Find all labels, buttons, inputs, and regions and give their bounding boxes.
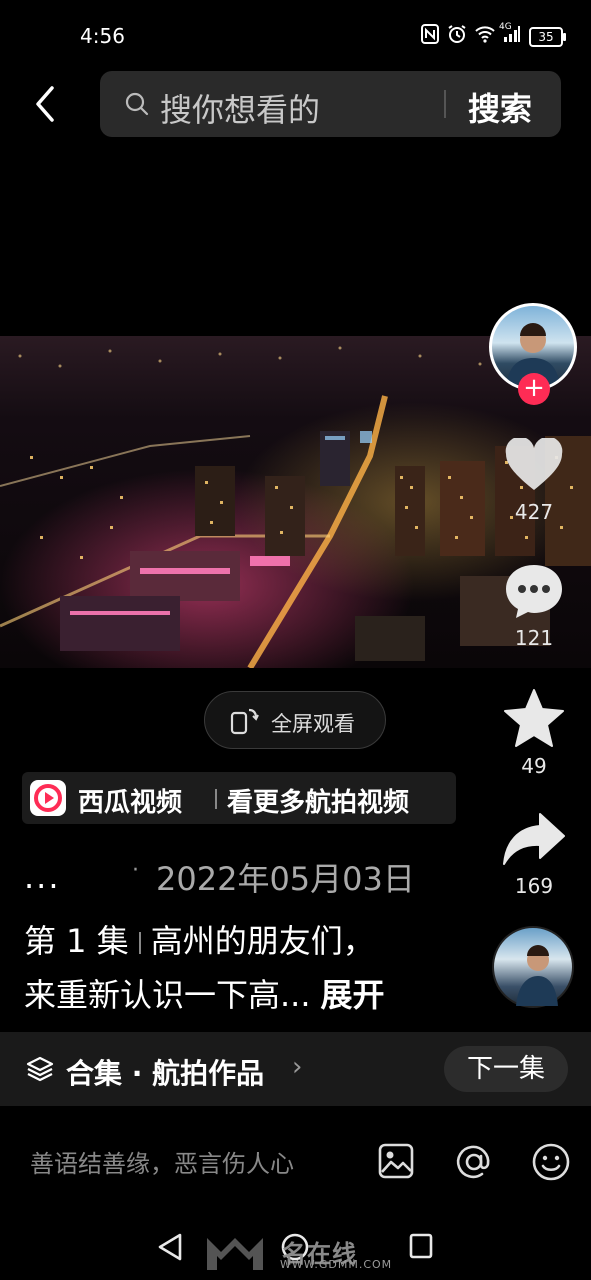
episode-divider [138, 932, 141, 954]
collection-bar[interactable]: 合集 · 航拍作品 › 下一集 [0, 1032, 591, 1106]
expand-button[interactable]: 展开 [321, 976, 385, 1014]
music-disc[interactable] [492, 926, 574, 1008]
image-icon[interactable] [377, 1142, 415, 1180]
search-input[interactable]: 搜你想看的 [160, 85, 320, 131]
search-bar[interactable]: 搜你想看的 搜索 [100, 71, 561, 137]
favorite-count: 49 [521, 754, 547, 778]
music-cover-person-image [516, 945, 558, 1006]
rotate-screen-icon [230, 708, 259, 735]
watermark-url: WWW.GDMM.COM [280, 1258, 393, 1271]
xigua-video-banner[interactable]: 西瓜视频 看更多航拍视频 [22, 772, 456, 824]
star-icon [504, 689, 564, 747]
fullscreen-button[interactable]: 全屏观看 [204, 691, 386, 749]
emoji-icon[interactable] [531, 1142, 571, 1182]
search-icon [125, 92, 149, 116]
description-text-continued: 来重新认识一下高... [24, 976, 311, 1014]
share-count: 169 [514, 874, 554, 898]
chevron-left-icon [36, 86, 54, 122]
nfc-icon [421, 24, 439, 49]
heart-icon [505, 436, 563, 490]
status-icons: 4G 35 [421, 22, 566, 49]
layers-icon [26, 1056, 54, 1082]
post-description-line-1: 第 1 集高州的朋友们， [24, 916, 375, 962]
nav-recents-icon[interactable] [408, 1232, 434, 1260]
description-text: 高州的朋友们， [150, 922, 375, 960]
like-count: 427 [514, 500, 554, 524]
post-date: 2022年05月03日 [156, 860, 415, 898]
cellular-signal-icon: 4G [499, 22, 521, 48]
back-button[interactable] [28, 84, 64, 124]
comment-input[interactable]: 善语结善缘，恶言伤人心 [30, 1144, 294, 1179]
post-description-line-2: 来重新认识一下高... 展开 [24, 970, 385, 1016]
comment-bubble-icon [506, 565, 562, 618]
xigua-logo [30, 780, 66, 816]
like-button[interactable]: 427 [494, 436, 574, 524]
fullscreen-label: 全屏观看 [271, 712, 355, 736]
battery-indicator: 35 [529, 26, 566, 47]
follow-button[interactable]: + [518, 373, 550, 405]
nav-back-icon[interactable] [156, 1232, 184, 1262]
xigua-app-name: 西瓜视频 [78, 788, 183, 818]
at-mention-icon[interactable] [454, 1142, 494, 1182]
watermark-logo-icon [207, 1238, 263, 1270]
comment-count: 121 [514, 626, 554, 650]
share-button[interactable]: 169 [494, 812, 574, 898]
meta-dot: · [132, 858, 139, 883]
share-arrow-icon [503, 813, 565, 865]
comment-button[interactable]: 121 [494, 562, 574, 650]
search-button[interactable]: 搜索 [468, 84, 532, 130]
network-type: 4G [499, 22, 512, 32]
wifi-icon [475, 25, 495, 48]
collection-title: 合集 · 航拍作品 [66, 1057, 265, 1090]
banner-divider [215, 789, 217, 809]
episode-label: 第 1 集 [24, 922, 129, 960]
search-divider [444, 90, 446, 118]
next-episode-button[interactable]: 下一集 [444, 1046, 568, 1092]
video-detail-screen: 4:56 4G 35 搜你想看的 搜索 + 427 121 49 169 全屏观… [0, 0, 591, 1280]
author-name[interactable]: ... [24, 858, 61, 896]
status-time: 4:56 [80, 24, 125, 48]
alarm-icon [447, 24, 467, 49]
chevron-right-icon: › [292, 1052, 303, 1082]
favorite-button[interactable]: 49 [494, 688, 574, 778]
xigua-play-icon [34, 784, 62, 812]
xigua-cta: 看更多航拍视频 [227, 788, 410, 818]
